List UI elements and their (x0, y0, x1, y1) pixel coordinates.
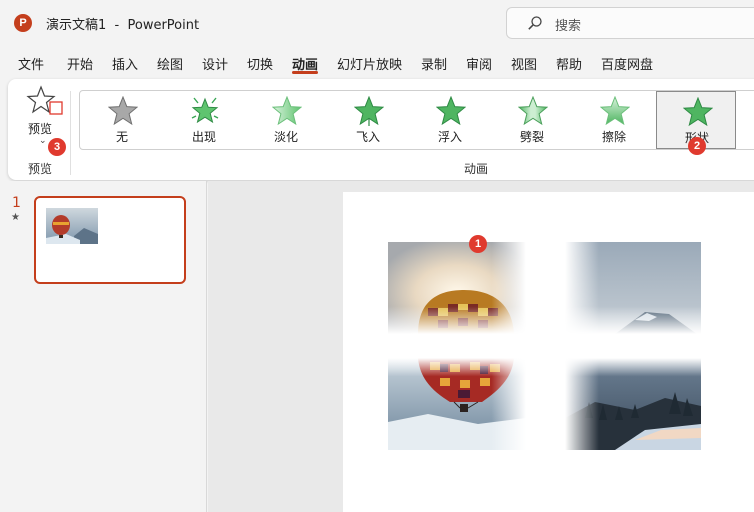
search-icon (528, 16, 542, 30)
animation-fade[interactable]: 淡化 (246, 91, 326, 149)
animation-none[interactable]: 无 (82, 91, 162, 149)
tab-draw[interactable]: 绘图 (157, 54, 183, 73)
slide-canvas (343, 192, 754, 512)
thumbnail-balloon-image (46, 208, 98, 244)
star-green-icon (683, 97, 713, 127)
animation-fly-in[interactable]: 飞入 (328, 91, 408, 149)
title-bar: P 演示文稿1 - PowerPoint 搜索 (0, 0, 754, 46)
tab-slideshow[interactable]: 幻灯片放映 (337, 54, 402, 73)
group-divider (70, 91, 71, 175)
step-badge-2: 2 (688, 137, 706, 155)
tab-transitions[interactable]: 切换 (247, 54, 273, 73)
ribbon: 预览 ⌄ 预览 无 出现 淡化 飞入 浮入 劈裂 擦除 动画 (8, 79, 754, 180)
ribbon-tabs: 文件 开始 插入 绘图 设计 切换 动画 幻灯片放映 录制 审阅 视图 帮助 百… (0, 48, 754, 78)
tab-insert[interactable]: 插入 (112, 54, 138, 73)
star-green-icon (436, 96, 466, 126)
animation-float-in[interactable]: 浮入 (410, 91, 490, 149)
image-piece-top-right[interactable] (565, 242, 701, 334)
powerpoint-logo-icon: P (14, 14, 32, 32)
animation-label: 劈裂 (519, 130, 544, 144)
tab-record[interactable]: 录制 (421, 54, 447, 73)
tab-view[interactable]: 视图 (511, 54, 537, 73)
animation-label: 出现 (191, 130, 216, 144)
star-wipe-icon (600, 96, 630, 126)
animation-appear[interactable]: 出现 (164, 91, 244, 149)
search-input[interactable]: 搜索 (506, 7, 754, 39)
animation-gallery: 无 出现 淡化 飞入 浮入 劈裂 擦除 (79, 90, 754, 150)
slide-number: 1 (12, 195, 21, 211)
chevron-down-icon[interactable]: ⌄ (39, 136, 47, 146)
window-title: 演示文稿1 - PowerPoint (46, 18, 200, 33)
animation-label: 飞入 (355, 130, 380, 144)
preview-star-icon[interactable] (26, 85, 64, 117)
animation-label: 擦除 (601, 130, 626, 144)
active-tab-indicator (292, 71, 318, 74)
star-fly-icon (354, 96, 384, 126)
preview-group-label: 预览 (28, 162, 53, 176)
animation-group-label: 动画 (464, 162, 489, 176)
star-gray-icon (108, 96, 138, 126)
step-badge-1: 1 (469, 235, 487, 253)
search-placeholder: 搜索 (555, 19, 582, 34)
star-burst-icon (191, 97, 219, 124)
animation-label: 浮入 (437, 130, 462, 144)
animation-wipe[interactable]: 擦除 (574, 91, 654, 149)
slide-thumbnail[interactable] (34, 196, 186, 284)
animation-label: 无 (115, 130, 128, 144)
star-faded-icon (272, 96, 302, 126)
animation-marker-icon: ★ (11, 212, 20, 223)
animation-split[interactable]: 劈裂 (492, 91, 572, 149)
preview-button[interactable]: 预览 (28, 120, 52, 137)
tab-home[interactable]: 开始 (67, 54, 93, 73)
step-badge-3: 3 (48, 138, 66, 156)
image-piece-top-left[interactable] (388, 242, 526, 334)
image-piece-bottom-left[interactable] (388, 358, 526, 450)
tab-review[interactable]: 审阅 (466, 54, 492, 73)
tab-design[interactable]: 设计 (202, 54, 228, 73)
star-split-icon (518, 96, 548, 126)
animation-label: 淡化 (273, 130, 298, 144)
tab-help[interactable]: 帮助 (556, 54, 582, 73)
tab-baidu-netdisk[interactable]: 百度网盘 (601, 54, 653, 73)
image-piece-bottom-right[interactable] (565, 358, 701, 450)
tab-file[interactable]: 文件 (18, 54, 44, 73)
